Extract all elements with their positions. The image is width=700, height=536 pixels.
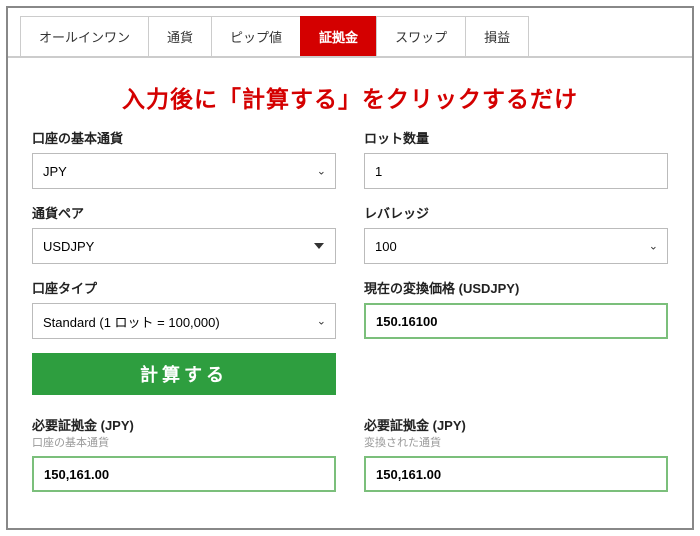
label-pair: 通貨ペア	[32, 203, 336, 222]
field-pair: 通貨ペア USDJPY	[32, 203, 336, 264]
output-required-margin-left: 150,161.00	[32, 456, 336, 492]
select-account-type-value: Standard (1 ロット = 100,000)	[43, 312, 220, 331]
calculate-button[interactable]: 計算する	[32, 353, 336, 395]
tab-margin[interactable]: 証拠金	[300, 16, 377, 56]
results-row: 必要証拠金 (JPY) 口座の基本通貨 150,161.00 必要証拠金 (JP…	[32, 415, 668, 492]
field-account-type: 口座タイプ Standard (1 ロット = 100,000) ⌄	[32, 278, 336, 339]
sublabel-required-margin-right: 変換された通貨	[364, 434, 668, 450]
label-account-type: 口座タイプ	[32, 278, 336, 297]
field-leverage: レバレッジ 100 ⌄	[364, 203, 668, 264]
label-leverage: レバレッジ	[364, 203, 668, 222]
tab-bar: オールインワン 通貨 ピップ値 証拠金 スワップ 損益	[8, 8, 692, 58]
output-conversion-price: 150.16100	[364, 303, 668, 339]
select-base-currency[interactable]: JPY	[32, 153, 336, 189]
conversion-price-value: 150.16100	[376, 314, 437, 329]
tab-pl[interactable]: 損益	[465, 16, 529, 56]
app-frame: オールインワン 通貨 ピップ値 証拠金 スワップ 損益 入力後に「計算する」をク…	[6, 6, 694, 530]
tab-swap[interactable]: スワップ	[376, 16, 466, 56]
output-required-margin-right: 150,161.00	[364, 456, 668, 492]
field-base-currency: 口座の基本通貨 JPY ⌄	[32, 128, 336, 189]
select-pair-value: USDJPY	[43, 239, 94, 254]
label-conversion-price: 現在の変換価格 (USDJPY)	[364, 278, 668, 297]
field-required-margin-left: 必要証拠金 (JPY) 口座の基本通貨 150,161.00	[32, 415, 336, 492]
select-leverage-value: 100	[375, 239, 397, 254]
field-lot-size: ロット数量	[364, 128, 668, 189]
label-base-currency: 口座の基本通貨	[32, 128, 336, 147]
headline-instruction: 入力後に「計算する」をクリックするだけ	[8, 80, 692, 114]
field-required-margin-right: 必要証拠金 (JPY) 変換された通貨 150,161.00	[364, 415, 668, 492]
required-margin-left-value: 150,161.00	[44, 467, 109, 482]
tab-currency[interactable]: 通貨	[148, 16, 212, 56]
select-base-currency-value: JPY	[43, 164, 67, 179]
tab-pip[interactable]: ピップ値	[211, 16, 301, 56]
required-margin-right-value: 150,161.00	[376, 467, 441, 482]
calculator-form: 口座の基本通貨 JPY ⌄ ロット数量 通貨ペア USDJPY レバレッジ	[8, 128, 692, 492]
input-lot-size[interactable]	[364, 153, 668, 189]
field-conversion-price: 現在の変換価格 (USDJPY) 150.16100	[364, 278, 668, 339]
select-pair[interactable]: USDJPY	[32, 228, 336, 264]
label-required-margin-left: 必要証拠金 (JPY)	[32, 415, 336, 434]
sublabel-required-margin-left: 口座の基本通貨	[32, 434, 336, 450]
label-lot-size: ロット数量	[364, 128, 668, 147]
select-account-type[interactable]: Standard (1 ロット = 100,000)	[32, 303, 336, 339]
tab-all-in-one[interactable]: オールインワン	[20, 16, 149, 56]
select-leverage[interactable]: 100	[364, 228, 668, 264]
spacer	[364, 353, 668, 395]
label-required-margin-right: 必要証拠金 (JPY)	[364, 415, 668, 434]
